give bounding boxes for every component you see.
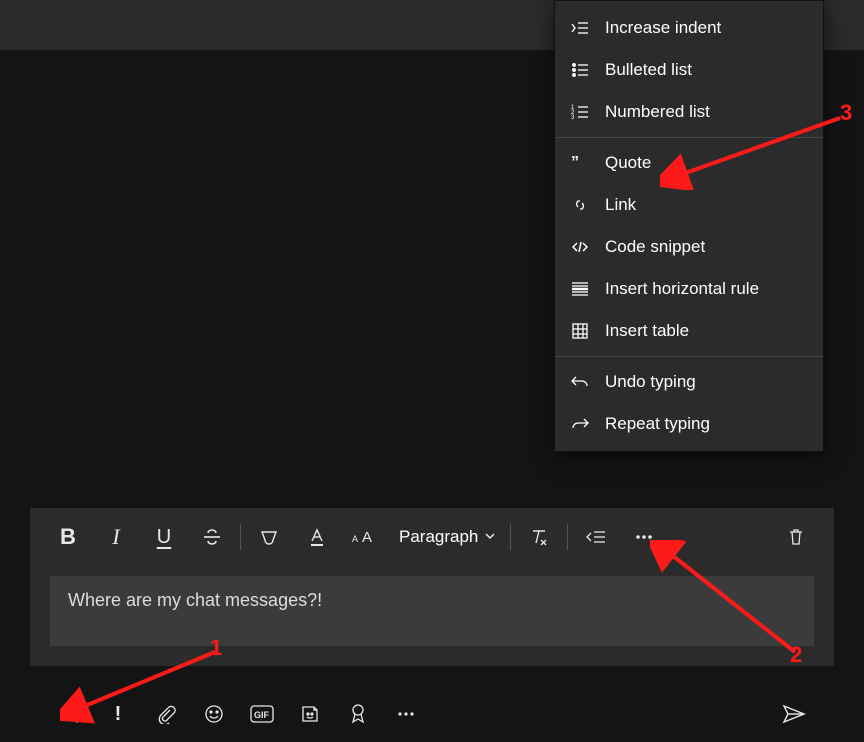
bold-button[interactable]: B — [44, 517, 92, 557]
menu-item-label: Numbered list — [605, 102, 710, 122]
menu-item-bulleted-list[interactable]: Bulleted list — [555, 49, 823, 91]
svg-text:A: A — [352, 534, 358, 544]
horizontal-rule-icon — [569, 280, 591, 298]
italic-button[interactable]: I — [92, 517, 140, 557]
menu-item-link[interactable]: Link — [555, 184, 823, 226]
more-options-button[interactable] — [620, 517, 668, 557]
menu-item-quote[interactable]: ” Quote — [555, 142, 823, 184]
code-icon — [569, 238, 591, 256]
font-color-button[interactable] — [293, 517, 341, 557]
svg-text:GIF: GIF — [254, 710, 270, 720]
svg-text:”: ” — [571, 154, 579, 171]
svg-text:3: 3 — [571, 115, 575, 121]
undo-icon — [569, 373, 591, 391]
format-toolbar: B I U AA Paragraph — [30, 512, 834, 562]
bulleted-list-icon — [569, 61, 591, 79]
menu-item-label: Repeat typing — [605, 414, 710, 434]
annotation-label-3: 3 — [840, 100, 852, 125]
toolbar-separator — [510, 524, 511, 550]
paragraph-style-dropdown[interactable]: Paragraph — [389, 517, 506, 557]
strikethrough-button[interactable] — [188, 517, 236, 557]
emoji-button[interactable] — [202, 702, 226, 726]
more-options-menu: Increase indent Bulleted list 1 2 3 Numb… — [554, 0, 824, 452]
toolbar-separator — [240, 524, 241, 550]
redo-icon — [569, 415, 591, 433]
link-icon — [569, 196, 591, 214]
delete-button[interactable] — [772, 517, 820, 557]
increase-indent-icon — [569, 19, 591, 37]
gif-button[interactable]: GIF — [250, 702, 274, 726]
sticker-button[interactable] — [298, 702, 322, 726]
decrease-indent-button[interactable] — [572, 517, 620, 557]
menu-separator — [555, 356, 823, 357]
svg-text:A: A — [362, 529, 372, 546]
compose-box: B I U AA Paragraph — [30, 508, 834, 666]
chevron-down-icon — [484, 527, 496, 547]
menu-item-label: Increase indent — [605, 18, 721, 38]
message-input[interactable]: Where are my chat messages?! — [50, 576, 814, 646]
praise-button[interactable] — [346, 702, 370, 726]
menu-item-label: Bulleted list — [605, 60, 692, 80]
message-text: Where are my chat messages?! — [68, 590, 322, 610]
menu-item-horizontal-rule[interactable]: Insert horizontal rule — [555, 268, 823, 310]
menu-item-label: Code snippet — [605, 237, 705, 257]
quote-icon: ” — [569, 154, 591, 172]
menu-item-code-snippet[interactable]: Code snippet — [555, 226, 823, 268]
menu-item-redo[interactable]: Repeat typing — [555, 403, 823, 445]
compose-actions-bar: ! GIF — [30, 694, 834, 734]
numbered-list-icon: 1 2 3 — [569, 103, 591, 121]
menu-item-undo[interactable]: Undo typing — [555, 361, 823, 403]
send-button[interactable] — [782, 702, 806, 726]
clear-formatting-button[interactable] — [515, 517, 563, 557]
menu-separator — [555, 137, 823, 138]
more-actions-button[interactable] — [394, 702, 418, 726]
paragraph-label: Paragraph — [399, 527, 478, 547]
font-size-button[interactable]: AA — [341, 517, 389, 557]
menu-item-label: Link — [605, 195, 636, 215]
highlight-button[interactable] — [245, 517, 293, 557]
menu-item-label: Undo typing — [605, 372, 696, 392]
menu-item-label: Quote — [605, 153, 651, 173]
menu-item-increase-indent[interactable]: Increase indent — [555, 7, 823, 49]
table-icon — [569, 322, 591, 340]
toolbar-separator — [567, 524, 568, 550]
priority-button[interactable]: ! — [106, 702, 130, 726]
underline-button[interactable]: U — [140, 517, 188, 557]
menu-item-insert-table[interactable]: Insert table — [555, 310, 823, 352]
menu-item-numbered-list[interactable]: 1 2 3 Numbered list — [555, 91, 823, 133]
format-toggle-button[interactable] — [58, 702, 82, 726]
menu-item-label: Insert table — [605, 321, 689, 341]
attach-button[interactable] — [154, 702, 178, 726]
menu-item-label: Insert horizontal rule — [605, 279, 759, 299]
